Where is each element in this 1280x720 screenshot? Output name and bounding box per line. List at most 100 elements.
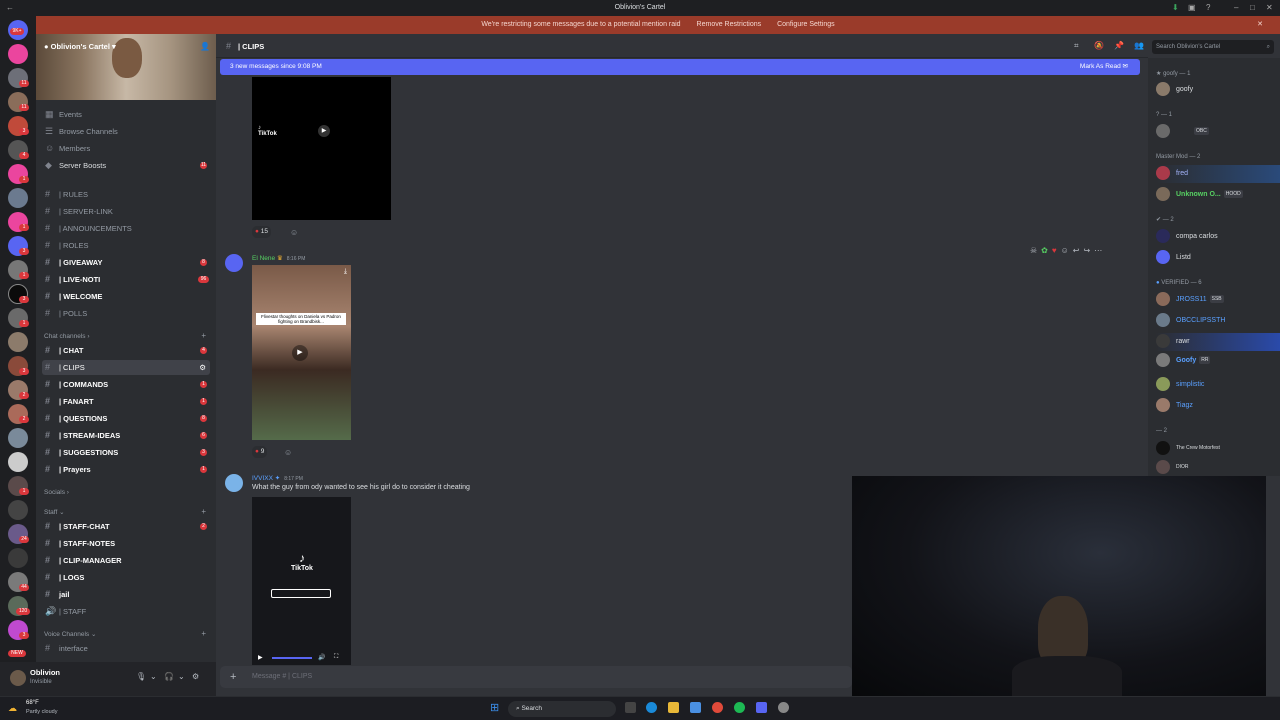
app-icon[interactable] (778, 702, 789, 713)
skull-reaction-icon[interactable]: ☠ (1030, 246, 1041, 255)
discord-icon[interactable] (756, 702, 767, 713)
member-item[interactable]: simplistic (1156, 376, 1204, 394)
channel-live-noti[interactable]: # | LIVE-NOTI (45, 272, 100, 287)
start-icon[interactable]: ⊞ (490, 701, 499, 714)
channel-giveaway[interactable]: # | GIVEAWAY (45, 255, 103, 270)
events-item[interactable]: ▦ Events (45, 107, 82, 122)
member-item[interactable]: Unknown O... HOOD (1156, 186, 1243, 204)
minimize-icon[interactable]: – (1234, 0, 1238, 16)
server-name[interactable]: ● Oblivion's Cartel ▾ (44, 42, 116, 51)
add-reaction-icon[interactable]: ☺ (284, 448, 292, 457)
new-messages-bar[interactable]: 3 new messages since 9:08 PM Mark As Rea… (220, 59, 1140, 75)
maximize-icon[interactable]: □ (1250, 0, 1255, 16)
notification-bell-icon[interactable]: 🔕 (1094, 41, 1104, 50)
channel-prayers[interactable]: # | Prayers (45, 462, 91, 477)
add-channel-icon[interactable]: + (201, 507, 206, 516)
server-boosts-item[interactable]: ◆ Server Boosts (45, 158, 106, 173)
update-icon[interactable]: ⬇ (1172, 0, 1179, 16)
download-icon[interactable]: ⤓ (344, 268, 347, 276)
member-item[interactable]: The Crew Motorfest (1156, 439, 1220, 457)
voice-channel-staff[interactable]: 🔊 | STAFF (45, 604, 86, 619)
task-view-icon[interactable] (625, 702, 636, 713)
store-icon[interactable] (690, 702, 701, 713)
search-input[interactable]: Search Oblivion's Cartel ⌕ (1152, 40, 1274, 54)
member-item[interactable]: goofy (1156, 81, 1193, 99)
category-socials[interactable]: Socials › (44, 487, 69, 499)
channel-polls[interactable]: # | POLLS (45, 306, 87, 321)
chevron-down-icon[interactable]: ⌄ (178, 672, 185, 681)
category-chat-channels[interactable]: Chat channels › (44, 331, 90, 343)
threads-icon[interactable]: ⌗ (1074, 41, 1079, 51)
fullscreen-icon[interactable]: ⛶ (334, 654, 338, 661)
play-icon[interactable]: ▶ (318, 125, 330, 137)
server-icon[interactable] (8, 332, 28, 352)
mark-as-read-button[interactable]: Mark As Read ✉ (1080, 59, 1128, 75)
channel-rules[interactable]: # | RULES (45, 187, 88, 202)
server-icon[interactable] (8, 428, 28, 448)
heart-reaction-icon[interactable]: ♥ (1052, 246, 1061, 255)
member-item[interactable]: OBCCLIPSSTH (1156, 312, 1225, 330)
member-list-icon[interactable]: 👥 (1134, 41, 1144, 50)
category-voice-channels[interactable]: Voice Channels ⌄ (44, 629, 96, 641)
remove-restrictions-link[interactable]: Remove Restrictions (697, 21, 762, 28)
member-item[interactable]: JROSS11 SSB (1156, 291, 1224, 309)
channel-clip-manager[interactable]: # | CLIP-MANAGER (45, 553, 122, 568)
add-reaction-icon[interactable]: ☺ (1061, 246, 1073, 255)
add-channel-icon[interactable]: + (201, 629, 206, 638)
spotify-icon[interactable] (734, 702, 745, 713)
channel-staff-notes[interactable]: # | STAFF-NOTES (45, 536, 115, 551)
channel-staff-chat[interactable]: # | STAFF-CHAT (45, 519, 110, 534)
close-notice-icon[interactable]: ✕ (1257, 16, 1263, 34)
play-icon[interactable]: ▶ (292, 345, 308, 361)
emoji-reaction-icon[interactable]: ✿ (1041, 246, 1052, 255)
chrome-icon[interactable] (712, 702, 723, 713)
avatar[interactable] (10, 670, 26, 686)
video-embed[interactable]: ♪ TikTok ▶ 🔊 ⛶ (252, 497, 351, 665)
member-item[interactable]: Tiagz (1156, 397, 1193, 415)
message-author[interactable]: IVVIXX ✦ 8:17 PM (252, 474, 303, 482)
server-icon[interactable] (8, 44, 28, 64)
back-icon[interactable]: ← (6, 0, 14, 16)
add-reaction-icon[interactable]: ☺ (290, 228, 298, 237)
member-item[interactable]: fred (1156, 165, 1280, 183)
member-item[interactable]: Goofy RR (1156, 352, 1211, 370)
inbox-icon[interactable]: ▣ (1188, 0, 1196, 16)
channel-logs[interactable]: # | LOGS (45, 570, 84, 585)
channel-stream-ideas[interactable]: # | STREAM-IDEAS (45, 428, 120, 443)
message-composer[interactable]: + Message # | CLIPS (220, 666, 852, 688)
file-explorer-icon[interactable] (668, 702, 679, 713)
channel-announcements[interactable]: # | ANNOUNCEMENTS (45, 221, 132, 236)
server-icon[interactable] (8, 188, 28, 208)
headphones-icon[interactable]: 🎧 (164, 672, 174, 681)
channel-clips[interactable]: # | CLIPS ⚙ (42, 360, 210, 375)
video-embed[interactable]: ♪ TikTok ▶ (252, 77, 391, 220)
chevron-down-icon[interactable]: ⌄ (150, 672, 157, 681)
channel-suggestions[interactable]: # | SUGGESTIONS (45, 445, 118, 460)
server-icon[interactable] (8, 548, 28, 568)
channel-jail[interactable]: # jail (45, 587, 69, 602)
message-author[interactable]: El Nene ♛ 8:16 PM (252, 254, 305, 262)
channel-roles[interactable]: # | ROLES (45, 238, 88, 253)
members-item[interactable]: ☺ Members (45, 141, 90, 156)
volume-icon[interactable]: 🔊 (318, 654, 325, 661)
channel-chat[interactable]: # | CHAT (45, 343, 83, 358)
pin-icon[interactable]: 📌 (1114, 41, 1124, 50)
channel-settings-icon[interactable]: ⚙ (199, 360, 206, 375)
reply-icon[interactable]: ↩ (1073, 246, 1084, 255)
browse-channels-item[interactable]: ☰ Browse Channels (45, 124, 118, 139)
member-item[interactable]: rawr (1156, 333, 1280, 351)
settings-icon[interactable]: ⚙ (192, 672, 199, 681)
configure-settings-link[interactable]: Configure Settings (777, 21, 835, 28)
member-item[interactable]: OBC (1156, 123, 1209, 141)
server-icon[interactable] (8, 452, 28, 472)
edge-icon[interactable] (646, 702, 657, 713)
taskbar-search[interactable]: ⌕ Search (508, 701, 616, 717)
channel-questions[interactable]: # | QUESTIONS (45, 411, 107, 426)
help-icon[interactable]: ? (1206, 0, 1210, 16)
avatar[interactable] (225, 254, 243, 272)
channel-interface[interactable]: # interface (45, 641, 88, 656)
member-item[interactable]: Listd (1156, 249, 1191, 267)
attach-plus-icon[interactable]: + (230, 666, 236, 688)
server-icon[interactable] (8, 500, 28, 520)
invite-icon[interactable]: 👤 (200, 42, 210, 51)
